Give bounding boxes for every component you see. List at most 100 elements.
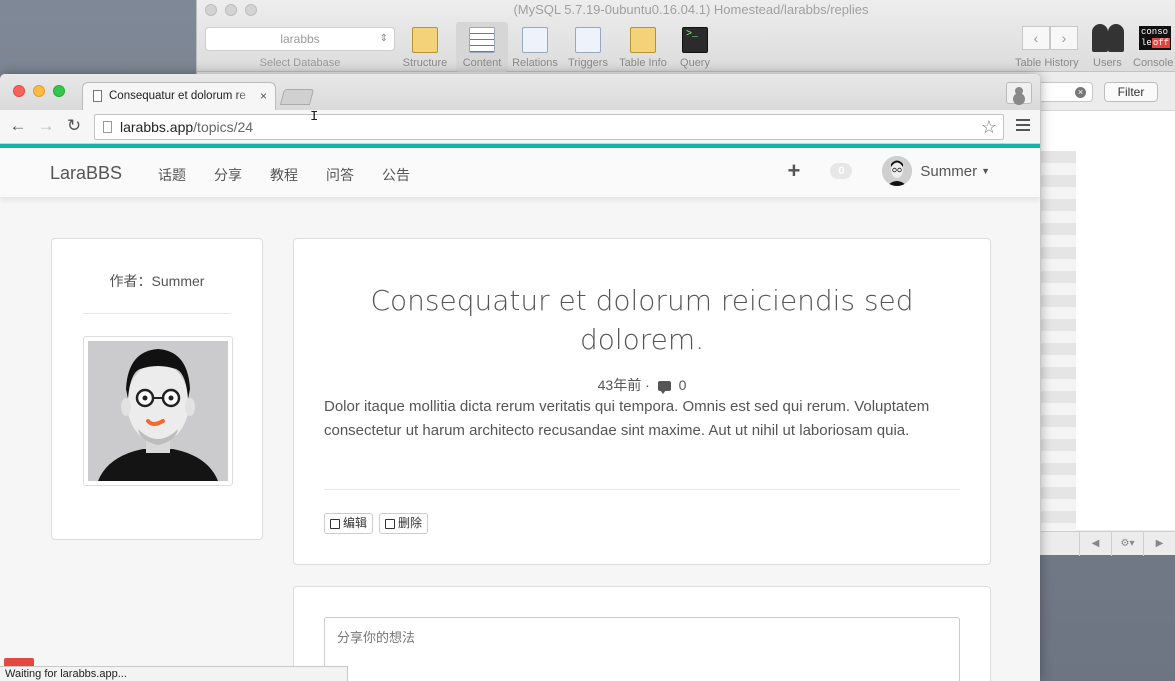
avatar[interactable] bbox=[882, 156, 913, 186]
sequel-pro-toolbar: (MySQL 5.7.19-0ubuntu0.16.04.1) Homestea… bbox=[197, 0, 1175, 72]
menu-icon[interactable] bbox=[1016, 119, 1030, 131]
tool-triggers[interactable]: Triggers bbox=[562, 22, 614, 69]
next-page-icon[interactable]: ▶ bbox=[1143, 532, 1175, 556]
url-path: /topics/24 bbox=[193, 119, 254, 135]
history-nav: ‹ › bbox=[1022, 26, 1078, 50]
window-title: (MySQL 5.7.19-0ubuntu0.16.04.1) Homestea… bbox=[513, 2, 869, 17]
page-icon bbox=[93, 90, 102, 102]
topic-panel: Consequatur et dolorum reiciendis sed do… bbox=[293, 238, 991, 565]
divider bbox=[324, 489, 960, 490]
comment-icon bbox=[657, 381, 671, 394]
triggers-icon bbox=[575, 27, 601, 53]
nav-item-topics[interactable]: 话题 bbox=[158, 165, 186, 185]
divider bbox=[83, 313, 231, 314]
tab-topic[interactable]: Consequatur et dolorum re × bbox=[82, 82, 276, 110]
profile-icon[interactable] bbox=[1006, 82, 1032, 104]
trash-icon bbox=[385, 518, 396, 529]
nav-item-share[interactable]: 分享 bbox=[214, 165, 242, 185]
tool-label: Relations bbox=[512, 57, 558, 69]
text-cursor-icon: I bbox=[310, 109, 319, 125]
tab-strip: Consequatur et dolorum re × bbox=[0, 74, 1040, 110]
clear-icon[interactable]: × bbox=[1075, 87, 1086, 98]
author-panel: 作者：Summer bbox=[51, 238, 263, 540]
extension-icon bbox=[4, 658, 34, 666]
table-content-view[interactable] bbox=[1041, 110, 1175, 531]
tool-query[interactable]: >_ Query bbox=[669, 22, 721, 69]
tool-table-info[interactable]: Table Info bbox=[617, 22, 669, 69]
info-icon bbox=[630, 27, 656, 53]
tool-structure[interactable]: Structure bbox=[399, 22, 451, 69]
meta-separator: · bbox=[645, 377, 650, 393]
bookmark-star-icon[interactable]: ☆ bbox=[981, 115, 997, 139]
tool-content[interactable]: Content bbox=[456, 22, 508, 72]
database-select-label: Select Database bbox=[259, 57, 341, 69]
reload-icon[interactable]: ↻ bbox=[64, 116, 84, 136]
tool-label: Query bbox=[680, 57, 710, 69]
browser-toolbar: ← → ↻ larabbs.app/topics/24 ☆ bbox=[0, 110, 1040, 144]
site-navbar: LaraBBS 话题 分享 教程 问答 公告 + 0 Summer ▼ bbox=[0, 148, 1040, 198]
users-label[interactable]: Users bbox=[1093, 57, 1122, 69]
minimize-button[interactable] bbox=[33, 85, 45, 97]
relations-icon bbox=[522, 27, 548, 53]
navbar-right: + 0 Summer ▼ bbox=[788, 156, 990, 186]
tool-label: Triggers bbox=[568, 57, 608, 69]
content-table-icon bbox=[469, 27, 495, 53]
filter-input[interactable]: × bbox=[1041, 82, 1093, 102]
reply-count: 0 bbox=[678, 377, 687, 393]
reply-textarea[interactable] bbox=[324, 617, 960, 681]
address-bar[interactable]: larabbs.app/topics/24 ☆ bbox=[94, 114, 1004, 140]
tool-label: Table Info bbox=[619, 57, 667, 69]
new-tab-button[interactable] bbox=[279, 89, 315, 105]
delete-button[interactable]: 删除 bbox=[379, 513, 429, 534]
gear-icon[interactable]: ⚙▾ bbox=[1111, 532, 1143, 556]
tool-relations[interactable]: Relations bbox=[509, 22, 561, 69]
database-select[interactable]: larabbs ⇕ bbox=[205, 27, 395, 51]
nav-links: 话题 分享 教程 问答 公告 bbox=[158, 165, 410, 185]
console-icon[interactable]: conso leoff bbox=[1139, 26, 1171, 50]
notification-badge[interactable]: 0 bbox=[830, 163, 853, 179]
chevron-left-icon[interactable]: ‹ bbox=[1022, 26, 1050, 50]
forward-arrow-icon[interactable]: → bbox=[36, 116, 56, 136]
database-select-value: larabbs bbox=[280, 32, 320, 46]
topic-time: 43年前 bbox=[597, 377, 642, 393]
console-label[interactable]: Console bbox=[1133, 57, 1173, 69]
table-history-label[interactable]: Table History bbox=[1015, 57, 1079, 69]
tab-title: Consequatur et dolorum re bbox=[109, 90, 246, 102]
plus-icon[interactable]: + bbox=[788, 158, 801, 184]
filter-button[interactable]: Filter bbox=[1104, 82, 1158, 102]
page-icon bbox=[103, 121, 112, 133]
author-avatar[interactable] bbox=[83, 336, 233, 486]
users-icon[interactable] bbox=[1092, 22, 1126, 52]
nav-item-qa[interactable]: 问答 bbox=[326, 165, 354, 185]
edit-icon bbox=[330, 518, 340, 529]
topic-meta: 43年前 · 0 bbox=[294, 375, 990, 395]
back-arrow-icon[interactable]: ← bbox=[8, 116, 28, 136]
brand-logo[interactable]: LaraBBS bbox=[50, 163, 122, 184]
updown-chevron-icon: ⇕ bbox=[379, 33, 388, 44]
caret-down-icon[interactable]: ▼ bbox=[981, 166, 990, 176]
topic-operations: 编辑 删除 bbox=[324, 513, 429, 534]
topic-title: Consequatur et dolorum reiciendis sed do… bbox=[370, 284, 914, 356]
previous-page-icon[interactable]: ◀ bbox=[1079, 532, 1111, 556]
nav-item-tutorials[interactable]: 教程 bbox=[270, 165, 298, 185]
page-content: LaraBBS 话题 分享 教程 问答 公告 + 0 Summer ▼ 作者：S… bbox=[0, 144, 1040, 681]
close-button[interactable] bbox=[13, 85, 25, 97]
user-name[interactable]: Summer bbox=[920, 163, 977, 180]
chevron-right-icon[interactable]: › bbox=[1050, 26, 1078, 50]
topic-body: Dolor itaque mollitia dicta rerum verita… bbox=[324, 398, 930, 439]
browser-window: Consequatur et dolorum re × ← → ↻ larabb… bbox=[0, 74, 1040, 681]
zoom-button[interactable] bbox=[53, 85, 65, 97]
row-stripes bbox=[1041, 151, 1076, 531]
tool-label: Structure bbox=[402, 57, 448, 69]
status-bar: Waiting for larabbs.app... bbox=[0, 666, 348, 681]
nav-item-announcements[interactable]: 公告 bbox=[382, 165, 410, 185]
filter-bar: × Filter bbox=[1041, 82, 1175, 102]
edit-button[interactable]: 编辑 bbox=[324, 513, 374, 534]
structure-icon bbox=[412, 27, 438, 53]
author-label: 作者：Summer bbox=[109, 273, 205, 289]
url-host: larabbs.app bbox=[120, 119, 194, 135]
tool-label: Content bbox=[462, 57, 502, 69]
browser-window-controls bbox=[13, 85, 65, 97]
table-bottom-bar: ◀ ⚙▾ ▶ bbox=[1041, 531, 1175, 556]
close-tab-icon[interactable]: × bbox=[260, 83, 267, 109]
